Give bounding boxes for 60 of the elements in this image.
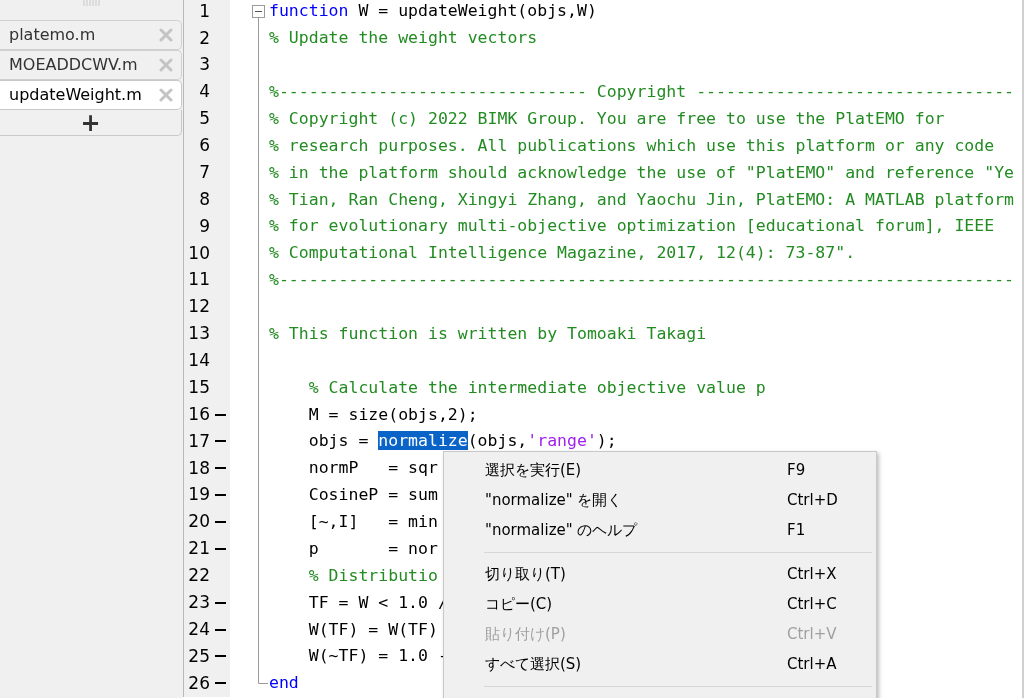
code-line: p = nor xyxy=(307,537,438,560)
code-line: % Update the weight vectors xyxy=(269,27,538,50)
line-number: 7 xyxy=(198,160,210,184)
line-number: 24 xyxy=(187,617,210,641)
code-line: objs = normalize(objs,'range'); xyxy=(307,430,617,453)
line-number: 15 xyxy=(187,375,210,399)
code-line: %------------------------------- Copyright -------------------------------- xyxy=(269,81,1015,104)
code-line: % Calculate the intermediate objective value p xyxy=(307,376,766,399)
code-line: function W = updateWeight(objs,W) xyxy=(269,0,597,23)
menu-item[interactable]: "normalize" のヘルプ F1 xyxy=(444,515,876,545)
code-line: % Copyright (c) 2022 BIMK Group. You are free to use the PlatEMO for xyxy=(269,107,945,130)
line-number: 5 xyxy=(198,107,210,131)
menu-item[interactable]: "normalize" を開く Ctrl+D xyxy=(444,485,876,515)
code-line: % Computational Intelligence Magazine, 2017, 12(4): 73-87". xyxy=(269,242,856,265)
line-number: 20 xyxy=(187,510,210,534)
add-tab-button[interactable]: + xyxy=(0,110,182,136)
line-number: 9 xyxy=(198,214,210,238)
file-tab[interactable]: platemo.m xyxy=(0,20,182,50)
code-line: % research purposes. All publications which use this platform or any code xyxy=(269,134,995,157)
line-number: 22 xyxy=(187,564,210,588)
line-number: 19 xyxy=(187,483,210,507)
code-line: end xyxy=(269,672,299,695)
line-number: 12 xyxy=(187,295,210,319)
line-number: 21 xyxy=(187,537,210,561)
code-line: % Tian, Ran Cheng, Xingyi Zhang, and Yaochu Jin, PlatEMO: A MATLAB platform xyxy=(269,188,1015,211)
menu-item[interactable]: 選択を実行(E) F9 xyxy=(444,455,876,485)
code-line: %-------------------------------------------------------------------------- xyxy=(269,269,1015,292)
close-icon[interactable] xyxy=(159,88,173,102)
line-number: 23 xyxy=(187,590,210,614)
line-number: 17 xyxy=(187,429,210,453)
line-number: 16 xyxy=(187,402,210,426)
line-number: 25 xyxy=(187,644,210,668)
line-number: 3 xyxy=(198,53,210,77)
line-number: 2 xyxy=(198,26,210,50)
line-number: 14 xyxy=(187,349,210,373)
line-number: 26 xyxy=(187,671,210,695)
code-line: M = size(objs,2); xyxy=(307,403,478,426)
code-line: % Distributio xyxy=(307,564,438,587)
code-line: [~,I] = min xyxy=(307,511,438,534)
line-number: 4 xyxy=(198,80,210,104)
menu-item[interactable]: 切り取り(T) Ctrl+X xyxy=(444,559,876,589)
code-line: % in the platform should acknowledge the use of "PlatEMO" and reference "Ye xyxy=(269,161,1015,184)
line-number: 8 xyxy=(198,187,210,211)
file-tab[interactable]: MOEADDCWV.m xyxy=(0,50,182,80)
line-number: 13 xyxy=(187,322,210,346)
close-icon[interactable] xyxy=(159,58,173,72)
code-line: W(TF) = W(TF) xyxy=(307,618,438,641)
fold-collapse-icon[interactable] xyxy=(252,5,265,18)
line-number: 6 xyxy=(198,134,210,158)
code-line: % This function is written by Tomoaki Takagi xyxy=(269,322,707,345)
menu-item[interactable]: コピー(C) Ctrl+C xyxy=(444,589,876,619)
code-line: CosineP = sum xyxy=(307,484,438,507)
line-number: 1 xyxy=(198,0,210,23)
code-line: % for evolutionary multi-objective optimization [educational forum], IEEE xyxy=(269,215,995,238)
file-tab[interactable]: updateWeight.m xyxy=(0,80,182,110)
close-icon[interactable] xyxy=(159,28,173,42)
line-number: 18 xyxy=(187,456,210,480)
code-line: normP = sqr xyxy=(307,457,438,480)
line-number: 11 xyxy=(187,268,210,292)
line-number: 10 xyxy=(187,241,210,265)
